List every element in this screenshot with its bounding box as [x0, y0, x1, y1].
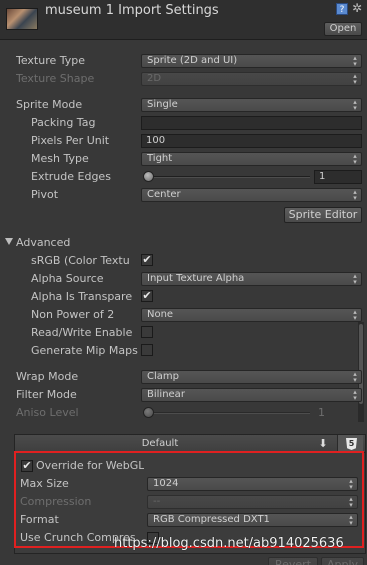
- generate-mip-maps-checkbox[interactable]: [141, 344, 153, 356]
- sprite-mode-label: Sprite Mode: [16, 98, 83, 111]
- wrap-mode-label: Wrap Mode: [16, 370, 79, 383]
- pivot-label: Pivot: [31, 188, 59, 201]
- packing-tag-input[interactable]: [141, 116, 362, 130]
- alpha-is-transparency-label: Alpha Is Transpare: [31, 290, 133, 303]
- highlight-box: [14, 451, 364, 548]
- pixels-per-unit-input[interactable]: 100: [141, 134, 362, 148]
- pivot-value: Center: [147, 189, 181, 200]
- sprite-mode-value: Single: [147, 99, 178, 110]
- texture-type-label: Texture Type: [16, 54, 86, 67]
- texture-shape-dropdown: 2D ▴ ▾: [141, 72, 362, 86]
- alpha-source-dropdown[interactable]: Input Texture Alpha ▴ ▾: [141, 272, 362, 286]
- extrude-edges-slider-thumb[interactable]: [143, 171, 154, 182]
- gear-icon[interactable]: ✲: [352, 1, 362, 15]
- dropdown-arrows-icon: ▴ ▾: [353, 152, 357, 166]
- wrap-mode-value: Clamp: [147, 371, 179, 382]
- html5-icon: 5: [346, 438, 357, 450]
- alpha-is-transparency-checkbox[interactable]: ✔: [141, 290, 153, 302]
- dropdown-arrows-icon: ▴ ▾: [353, 188, 357, 202]
- revert-button[interactable]: Revert: [268, 557, 318, 565]
- foldout-arrow-icon[interactable]: [5, 238, 13, 245]
- dropdown-arrows-icon: ▴ ▾: [353, 98, 357, 112]
- download-icon[interactable]: ⬇: [312, 436, 334, 452]
- inspector-header: museum 1 Import Settings ? ✲ Open: [0, 0, 367, 40]
- mesh-type-value: Tight: [147, 153, 173, 164]
- aniso-level-label: Aniso Level: [16, 406, 79, 419]
- non-power-of-2-dropdown[interactable]: None ▴ ▾: [141, 308, 362, 322]
- mesh-type-dropdown[interactable]: Tight ▴ ▾: [141, 152, 362, 166]
- advanced-foldout-label[interactable]: Advanced: [16, 236, 70, 249]
- extrude-edges-slider-track[interactable]: [146, 176, 310, 178]
- open-button[interactable]: Open: [324, 22, 362, 36]
- aniso-level-slider-thumb: [143, 407, 154, 418]
- aniso-level-value: 1: [318, 406, 325, 419]
- dropdown-arrows-icon: ▴ ▾: [353, 54, 357, 68]
- texture-type-value: Sprite (2D and UI): [147, 55, 238, 66]
- dropdown-arrows-icon: ▴ ▾: [353, 272, 357, 286]
- help-icon[interactable]: ?: [336, 3, 348, 15]
- non-power-of-2-value: None: [147, 309, 174, 320]
- srgb-checkbox[interactable]: ✔: [141, 254, 153, 266]
- aniso-level-slider-track: [146, 412, 310, 414]
- wrap-mode-dropdown[interactable]: Clamp ▴ ▾: [141, 370, 362, 384]
- pivot-dropdown[interactable]: Center ▴ ▾: [141, 188, 362, 202]
- texture-thumbnail: [6, 8, 38, 30]
- dropdown-arrows-icon: ▴ ▾: [353, 388, 357, 402]
- sprite-mode-dropdown[interactable]: Single ▴ ▾: [141, 98, 362, 112]
- texture-type-dropdown[interactable]: Sprite (2D and UI) ▴ ▾: [141, 54, 362, 68]
- generate-mip-maps-label: Generate Mip Maps: [31, 344, 138, 357]
- dropdown-arrows-icon: ▴ ▾: [353, 308, 357, 322]
- read-write-label: Read/Write Enable: [31, 326, 133, 339]
- read-write-checkbox[interactable]: [141, 326, 153, 338]
- extrude-edges-label: Extrude Edges: [31, 170, 111, 183]
- checkmark-icon: ✔: [142, 253, 152, 266]
- watermark: https://blog.csdn.net/ab914025636: [114, 536, 344, 551]
- alpha-source-label: Alpha Source: [31, 272, 104, 285]
- packing-tag-label: Packing Tag: [31, 116, 96, 129]
- mesh-type-label: Mesh Type: [31, 152, 89, 165]
- dropdown-arrows-icon: ▴ ▾: [353, 370, 357, 384]
- filter-mode-value: Bilinear: [147, 389, 185, 400]
- dropdown-arrows-icon: ▴ ▾: [353, 72, 357, 86]
- filter-mode-dropdown[interactable]: Bilinear ▴ ▾: [141, 388, 362, 402]
- extrude-edges-input[interactable]: 1: [314, 170, 362, 184]
- checkmark-icon: ✔: [142, 289, 152, 302]
- apply-button[interactable]: Apply: [321, 557, 364, 565]
- pixels-per-unit-label: Pixels Per Unit: [31, 134, 110, 147]
- srgb-label: sRGB (Color Textu: [31, 254, 130, 267]
- alpha-source-value: Input Texture Alpha: [147, 273, 245, 284]
- filter-mode-label: Filter Mode: [16, 388, 77, 401]
- texture-shape-label: Texture Shape: [16, 72, 95, 85]
- texture-shape-value: 2D: [147, 73, 162, 84]
- non-power-of-2-label: Non Power of 2: [31, 308, 115, 321]
- sprite-editor-button[interactable]: Sprite Editor: [284, 207, 362, 223]
- inspector-title: museum 1 Import Settings: [45, 3, 219, 18]
